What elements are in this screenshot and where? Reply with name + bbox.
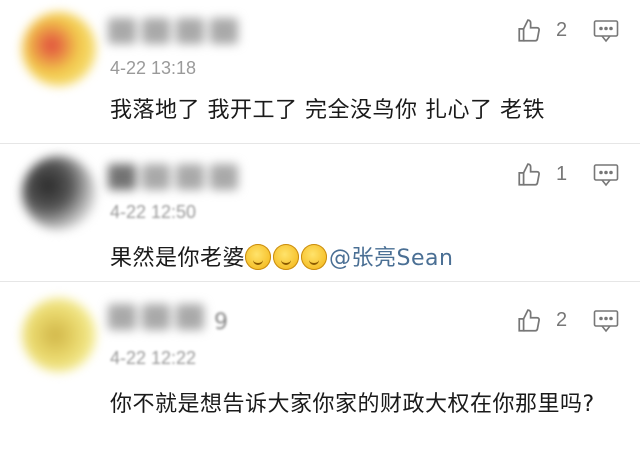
username-redacted[interactable] [108, 18, 244, 48]
comment-icon[interactable] [593, 163, 619, 187]
emoji-icon [273, 244, 300, 270]
comment-icon[interactable] [593, 309, 619, 333]
comment-item: 9 4-22 12:22 你不就是想告诉大家你家的财政大权在你那里吗? 2 [0, 282, 640, 469]
comment-icon[interactable] [593, 19, 619, 43]
comment-item: 4-22 13:18 我落地了 我开工了 完全没鸟你 扎心了 老铁 2 [0, 0, 640, 144]
thumbs-up-icon[interactable] [516, 162, 542, 188]
avatar[interactable] [22, 298, 96, 372]
username-tail: 9 [214, 310, 228, 335]
thumbs-up-icon[interactable] [516, 308, 542, 334]
comment-text: 果然是你老婆 @张亮Sean [110, 240, 614, 278]
comment-text: 你不就是想告诉大家你家的财政大权在你那里吗? [110, 392, 595, 417]
emoji-icon [301, 244, 328, 270]
comment-timestamp: 4-22 12:22 [110, 348, 197, 368]
emoji-icon [245, 244, 272, 270]
comment-timestamp: 4-22 12:50 [110, 202, 197, 222]
user-mention-link[interactable]: @张亮Sean [329, 246, 453, 271]
like-count: 2 [556, 309, 568, 331]
avatar[interactable] [22, 156, 96, 230]
like-count: 2 [556, 19, 568, 41]
avatar[interactable] [22, 12, 96, 86]
thumbs-up-icon[interactable] [516, 18, 542, 44]
comment-timestamp: 4-22 13:18 [110, 58, 197, 78]
like-count: 1 [556, 163, 568, 185]
comment-text: 我落地了 我开工了 完全没鸟你 扎心了 老铁 [110, 98, 545, 123]
comment-item: 4-22 12:50 果然是你老婆 @张亮Sean 1 [0, 144, 640, 282]
username-redacted[interactable] [108, 304, 210, 334]
comment-body: 果然是你老婆 [110, 246, 246, 271]
username-redacted[interactable] [108, 164, 244, 194]
